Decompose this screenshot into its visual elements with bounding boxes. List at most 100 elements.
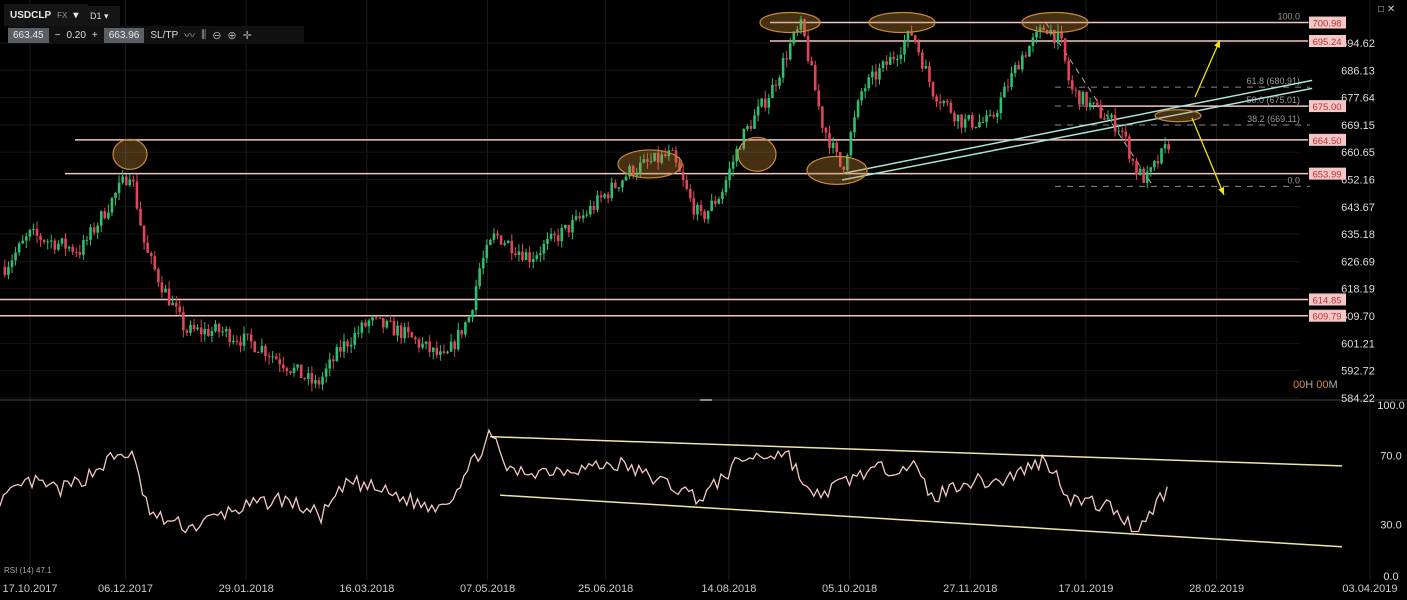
candle-body <box>1010 73 1013 88</box>
candle-body <box>521 251 524 261</box>
date-axis-label: 14.08.2018 <box>701 583 756 595</box>
candle-body <box>871 71 874 78</box>
candle-body <box>1067 60 1070 81</box>
candle-body <box>303 377 307 379</box>
candle-body <box>531 258 535 263</box>
candle-body <box>356 332 360 334</box>
candle-body <box>185 330 189 333</box>
candle-body <box>414 337 417 340</box>
candle-body <box>428 341 431 352</box>
candle-body <box>232 340 235 343</box>
candle-body <box>756 106 760 116</box>
candle-body <box>207 328 210 336</box>
candle-body <box>481 258 485 269</box>
candle-body <box>446 351 449 353</box>
candle-body <box>946 101 949 103</box>
price-axis-label: 626.69 <box>1341 256 1375 268</box>
candle-body <box>192 324 196 330</box>
candle-body <box>589 205 592 215</box>
candle-body <box>324 368 328 377</box>
candle-body <box>146 242 149 253</box>
highlight-ellipse <box>1154 109 1202 123</box>
candle-body <box>417 339 421 348</box>
candle-body <box>928 66 931 83</box>
candle-body <box>860 91 863 101</box>
chart-canvas[interactable]: 694.62 686.13 677.64 669.15 660.65 652.16 643.… <box>0 0 1407 600</box>
candle-body <box>578 216 581 219</box>
price-axis-label: 660.65 <box>1341 147 1375 159</box>
candle-body <box>1088 102 1092 108</box>
candle-body <box>617 187 621 189</box>
candle-body <box>14 252 17 261</box>
candle-body <box>621 180 624 188</box>
candle-body <box>703 211 706 220</box>
candles-icon[interactable]: ⫼ <box>201 29 206 42</box>
candle-body <box>1167 144 1170 150</box>
candle-body <box>489 239 492 245</box>
candle-body <box>1078 90 1081 105</box>
timeframe-selector[interactable]: D1 ▾ <box>86 6 120 26</box>
timeframe-label: D1 <box>90 11 102 21</box>
symbol-selector[interactable]: USDCLP FX ▾ <box>4 4 88 26</box>
candle-body <box>753 115 756 129</box>
candle-body <box>681 171 685 180</box>
symbol-label: USDCLP <box>10 9 52 21</box>
candle-body <box>1138 168 1142 175</box>
candle-body <box>917 41 921 53</box>
level-price-label: 700.98 <box>1312 19 1341 30</box>
level-price-label: 695.24 <box>1312 37 1341 48</box>
candle-body <box>514 253 517 255</box>
candle-body <box>781 58 785 78</box>
zoom-in-icon[interactable]: ⊕ <box>227 29 236 42</box>
candle-body <box>510 240 514 254</box>
date-axis-label: 07.05.2018 <box>460 583 515 595</box>
candle-body <box>813 64 817 91</box>
candle-body <box>389 320 392 322</box>
candle-body <box>78 252 82 255</box>
candle-body <box>317 380 321 385</box>
level-price-label: 664.50 <box>1312 136 1341 147</box>
buy-price-button[interactable]: 663.96 <box>103 27 145 43</box>
candle-body <box>821 106 824 128</box>
sltp-button[interactable]: SL/TP <box>150 30 178 41</box>
candle-body <box>1156 160 1160 164</box>
candle-body <box>360 322 364 333</box>
candle-body <box>1092 102 1095 104</box>
quantity-value[interactable]: 0.20 <box>66 30 85 41</box>
candle-body <box>1070 80 1074 90</box>
zoom-out-icon[interactable]: ⊖ <box>212 29 221 42</box>
candle-body <box>596 195 599 210</box>
candle-body <box>953 112 956 122</box>
candle-body <box>378 317 381 319</box>
candle-body <box>710 200 713 211</box>
candle-body <box>142 225 146 243</box>
candle-body <box>189 324 192 333</box>
sell-price-button[interactable]: 663.45 <box>8 27 49 43</box>
candle-body <box>103 211 107 219</box>
candle-body <box>564 225 567 228</box>
candle-body <box>517 251 521 255</box>
candle-body <box>421 343 424 348</box>
window-controls[interactable]: □ ✕ <box>1378 4 1395 15</box>
candle-body <box>892 57 896 60</box>
candle-body <box>339 347 342 352</box>
minus-button[interactable]: − <box>55 30 61 41</box>
candle-body <box>410 332 414 338</box>
date-axis-label: 17.01.2019 <box>1058 583 1113 595</box>
plus-button[interactable]: + <box>92 30 98 41</box>
candle-body <box>767 98 771 108</box>
rsi-axis-label: 30.0 <box>1380 519 1401 531</box>
candle-body <box>67 246 71 249</box>
candle-body <box>39 235 42 241</box>
candle-body <box>278 359 282 365</box>
candle-body <box>92 227 96 233</box>
chevron-down-icon: ▾ <box>73 9 79 21</box>
line-chart-icon[interactable]: 〰 <box>184 27 195 43</box>
crosshair-icon[interactable]: ✛ <box>243 29 252 42</box>
highlight-ellipse <box>737 136 777 172</box>
fib-level-label: 0.0 <box>1287 175 1300 185</box>
candle-body <box>7 266 10 275</box>
candle-body <box>1074 89 1078 91</box>
candle-body <box>1128 136 1131 159</box>
candle-body <box>995 113 999 117</box>
